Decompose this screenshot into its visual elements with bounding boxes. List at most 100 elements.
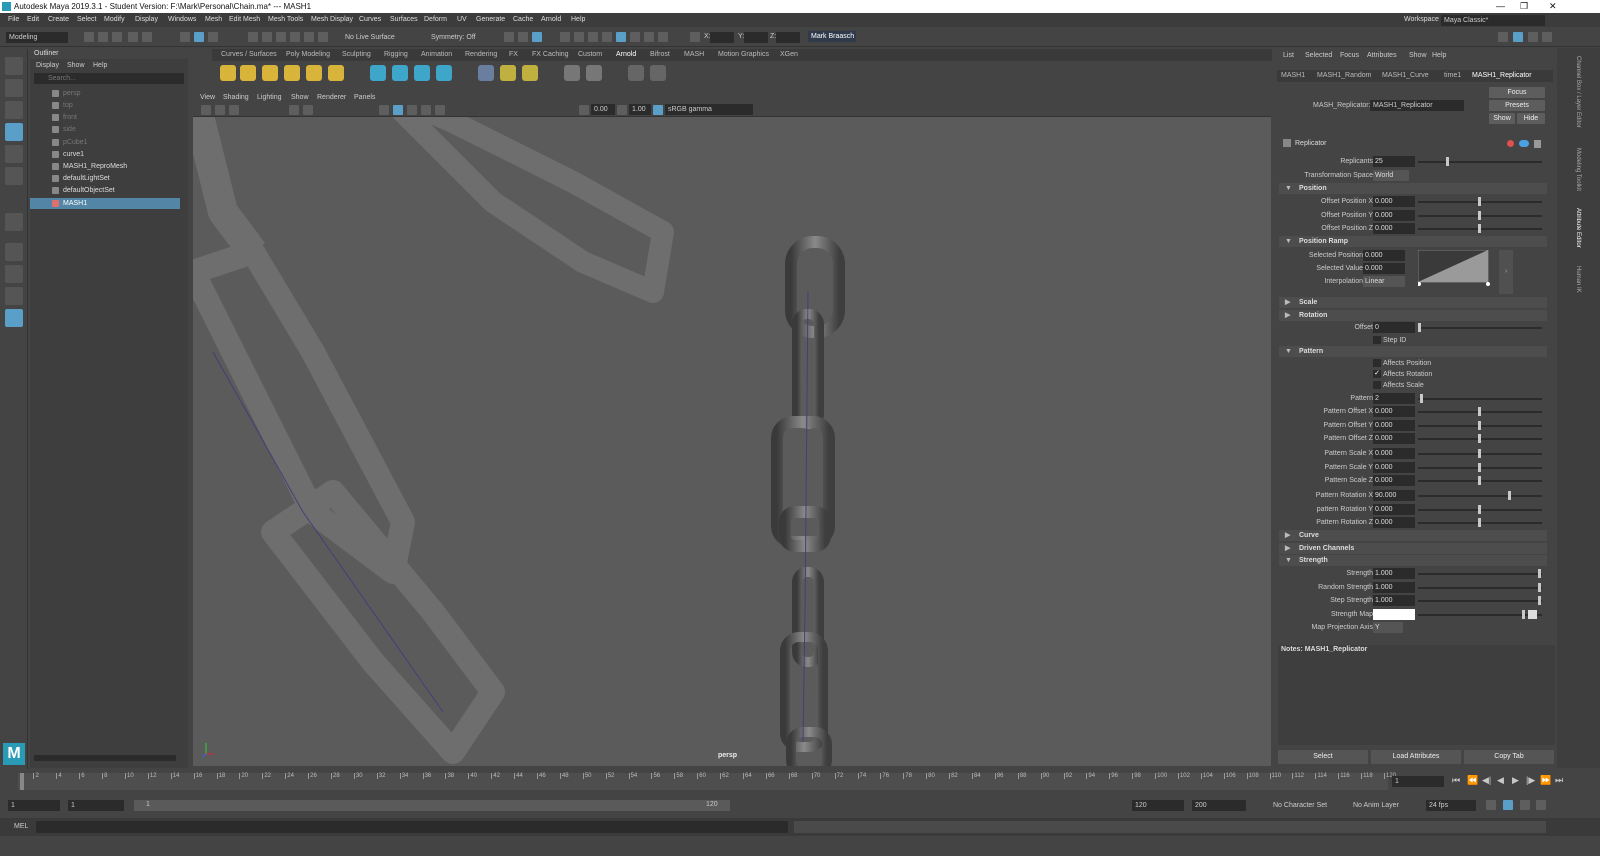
- ae-menu-focus[interactable]: Focus: [1340, 52, 1359, 59]
- menu-set-dropdown[interactable]: Modeling: [6, 32, 68, 43]
- range-slider[interactable]: 1 120: [134, 800, 730, 811]
- section-curve[interactable]: ▶ Curve: [1279, 530, 1547, 541]
- anim-layer-dropdown[interactable]: No Anim Layer: [1350, 800, 1418, 811]
- pattern-offset-x-input[interactable]: 0.000: [1373, 406, 1415, 417]
- shelf-tab-fx[interactable]: FX: [509, 51, 518, 58]
- section-position[interactable]: ▼ Position: [1279, 183, 1547, 194]
- menu-cache[interactable]: Cache: [513, 16, 533, 23]
- section-pattern[interactable]: ▼ Pattern: [1279, 346, 1547, 357]
- snap-point-icon[interactable]: [276, 32, 286, 42]
- select-object-icon[interactable]: [194, 32, 204, 42]
- menu-select[interactable]: Select: [77, 16, 96, 23]
- playback-start-input[interactable]: 1: [68, 800, 124, 811]
- paint-select-icon[interactable]: [5, 101, 23, 119]
- loop-icon[interactable]: [1486, 800, 1496, 810]
- channel-box-icon[interactable]: [1542, 32, 1552, 42]
- mel-label[interactable]: MEL: [14, 823, 28, 830]
- pattern-offset-y-input[interactable]: 0.000: [1373, 420, 1415, 431]
- selected-position-input[interactable]: 0.000: [1363, 250, 1405, 261]
- pattern-scale-y-slider[interactable]: [1418, 463, 1542, 472]
- map-projection-dropdown[interactable]: Y: [1373, 622, 1403, 633]
- attribute-editor-toggle-icon[interactable]: [1513, 32, 1523, 42]
- gamma-icon[interactable]: [617, 105, 627, 115]
- ae-tab-mash1-random[interactable]: MASH1_Random: [1317, 72, 1371, 79]
- outliner-item[interactable]: front: [30, 112, 180, 123]
- snap-view-icon[interactable]: [290, 32, 300, 42]
- render-setup-icon[interactable]: [602, 32, 612, 42]
- pattern-rotation-z-slider[interactable]: [1418, 518, 1542, 527]
- outliner-item[interactable]: MASH1_ReproMesh: [30, 161, 180, 172]
- snap-curve-icon[interactable]: [262, 32, 272, 42]
- outliner-item[interactable]: curve1: [30, 149, 180, 160]
- y-input[interactable]: [744, 32, 768, 43]
- toon-shader-icon[interactable]: [500, 65, 516, 81]
- hypershade-icon[interactable]: [588, 32, 598, 42]
- menu-uv[interactable]: UV: [457, 16, 467, 23]
- remove-shader-icon[interactable]: [522, 65, 538, 81]
- select-component-icon[interactable]: [208, 32, 218, 42]
- snap-grid-icon[interactable]: [248, 32, 258, 42]
- random-strength-slider[interactable]: [1418, 583, 1542, 592]
- menu-arnold[interactable]: Arnold: [541, 16, 561, 23]
- shelf-tab-custom[interactable]: Custom: [578, 51, 602, 58]
- transform-mode-icon[interactable]: [690, 32, 700, 42]
- current-frame-marker[interactable]: [20, 773, 24, 790]
- render-view-icon[interactable]: [560, 32, 570, 42]
- focus-button[interactable]: Focus: [1489, 87, 1545, 98]
- select-button[interactable]: Select: [1278, 750, 1368, 764]
- notes-panel[interactable]: Notes: MASH1_Replicator: [1278, 645, 1555, 745]
- space-dropdown[interactable]: World: [1373, 170, 1409, 181]
- shelf-tab-animation[interactable]: Animation: [421, 51, 452, 58]
- ae-tab-mash1[interactable]: MASH1: [1281, 72, 1305, 79]
- tab-modeling-toolkit[interactable]: Modeling Toolkit: [1575, 148, 1581, 191]
- x-input[interactable]: [710, 32, 734, 43]
- tab-attribute-editor[interactable]: Attribute Editor: [1575, 208, 1581, 248]
- ae-menu-show[interactable]: Show: [1409, 52, 1427, 59]
- auto-key-icon[interactable]: [1503, 800, 1513, 810]
- offset-slider[interactable]: [1418, 323, 1542, 332]
- curve-collector-icon[interactable]: [436, 65, 452, 81]
- lasso-tool-icon[interactable]: [5, 79, 23, 97]
- outliner-item[interactable]: pCube1: [30, 137, 180, 148]
- ae-menu-help[interactable]: Help: [1432, 52, 1446, 59]
- offset-z-input[interactable]: 0.000: [1373, 223, 1415, 234]
- two-view-icon[interactable]: [5, 287, 23, 305]
- ae-menu-list[interactable]: List: [1283, 52, 1294, 59]
- pattern-offset-z-slider[interactable]: [1418, 434, 1542, 443]
- playblast-icon[interactable]: [644, 32, 654, 42]
- outliner-item-selected[interactable]: MASH1: [30, 198, 180, 209]
- menu-mesh-tools[interactable]: Mesh Tools: [268, 16, 303, 23]
- replicants-input[interactable]: 25: [1373, 156, 1415, 167]
- timeline-track[interactable]: 2 4 6 8 10 12 14 16 18 20 22 24 26 28 30 32 34 36 38 40 42 44…: [18, 773, 1396, 790]
- outliner-item[interactable]: side: [30, 124, 180, 135]
- offset-x-slider[interactable]: [1418, 197, 1542, 206]
- camera-select-icon[interactable]: [201, 105, 211, 115]
- symmetry-dropdown[interactable]: Symmetry: Off: [428, 32, 490, 43]
- four-view-icon[interactable]: [5, 265, 23, 283]
- z-input[interactable]: [776, 32, 800, 43]
- vp-menu-lighting[interactable]: Lighting: [257, 94, 282, 101]
- textured-icon[interactable]: [407, 105, 417, 115]
- ae-menu-selected[interactable]: Selected: [1305, 52, 1332, 59]
- tool-settings-icon[interactable]: [1528, 32, 1538, 42]
- vp-menu-view[interactable]: View: [200, 94, 215, 101]
- standin-icon[interactable]: [370, 65, 386, 81]
- range-handle-start[interactable]: 1: [146, 801, 150, 808]
- maximize-button[interactable]: ❐: [1520, 0, 1528, 13]
- strength-slider[interactable]: [1418, 569, 1542, 578]
- vp-menu-renderer[interactable]: Renderer: [317, 94, 346, 101]
- pattern-offset-x-slider[interactable]: [1418, 407, 1542, 416]
- new-scene-icon[interactable]: [84, 32, 94, 42]
- command-input[interactable]: [36, 821, 788, 833]
- snap-live-icon[interactable]: [304, 32, 314, 42]
- step-strength-slider[interactable]: [1418, 596, 1542, 605]
- replicants-slider[interactable]: [1418, 157, 1542, 166]
- outliner-persp-layout-icon[interactable]: [5, 309, 23, 327]
- arnold-render-icon[interactable]: [616, 32, 626, 42]
- export-standin-icon[interactable]: [392, 65, 408, 81]
- construction-history-icon[interactable]: [504, 32, 514, 42]
- shelf-tab-rigging[interactable]: Rigging: [384, 51, 408, 58]
- presets-button[interactable]: Presets: [1489, 100, 1545, 111]
- pattern-rotation-y-slider[interactable]: [1418, 505, 1542, 514]
- step-back-key-icon[interactable]: ⏪: [1467, 775, 1478, 786]
